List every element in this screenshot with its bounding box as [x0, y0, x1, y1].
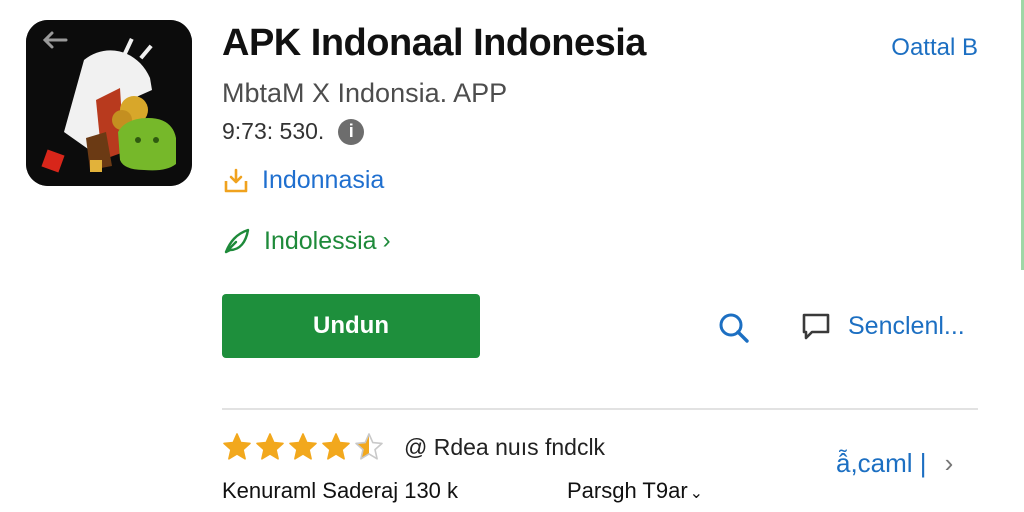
app-meta-text: 9:73: 530. [222, 118, 325, 144]
search-icon [719, 313, 749, 343]
app-detail-page: APK Indonaal Indonesia Oattal B MbtaM X … [0, 0, 1024, 512]
top-right-link[interactable]: Oattal B [891, 34, 978, 62]
send-label: Senclenl... [848, 311, 965, 340]
app-meta-row: 9:73: 530. i [222, 118, 365, 145]
arrow-left-icon [42, 31, 68, 49]
info-icon[interactable]: i [338, 118, 365, 145]
reviews-label: ẫ,caml | [836, 448, 927, 478]
category-row[interactable]: Indolessia › [222, 226, 391, 256]
star-icon [256, 433, 284, 460]
chat-bubble-icon [802, 313, 830, 340]
star-rating [222, 432, 384, 462]
star-icon [355, 433, 383, 460]
star-icon [223, 433, 251, 460]
download-row[interactable]: Indonnasia [222, 166, 384, 195]
app-developer: MbtaM X Indonsia. APP [222, 78, 508, 108]
chevron-down-icon: ⌄ [689, 485, 704, 502]
size-stat[interactable]: Parsgh T9ar ⌄ [567, 478, 703, 504]
divider [222, 408, 978, 410]
download-label: Indonnasia [262, 166, 385, 194]
download-icon [224, 168, 248, 192]
send-link[interactable]: Senclenl... [800, 310, 965, 342]
chevron-right-icon: › [944, 448, 954, 478]
star-icon [322, 433, 350, 460]
search-button[interactable] [716, 310, 752, 346]
size-stat-label: Parsgh T9ar [567, 478, 688, 503]
rating-text: @ Rdea nuıs fndclk [404, 433, 606, 460]
install-button[interactable]: Undun [222, 294, 480, 358]
downloads-stat: Kenuraml Saderaj 130 k [222, 478, 459, 503]
rating-row: @ Rdea nuıs fndclk [222, 432, 605, 462]
app-title: APK Indonaal Indonesia [222, 22, 646, 64]
reviews-link[interactable]: ẫ,caml | › [836, 448, 953, 479]
leaf-icon [224, 228, 250, 254]
chevron-right-icon: › [382, 227, 391, 254]
star-icon [289, 433, 317, 460]
category-label: Indolessia [264, 226, 377, 255]
back-button[interactable] [40, 28, 70, 52]
